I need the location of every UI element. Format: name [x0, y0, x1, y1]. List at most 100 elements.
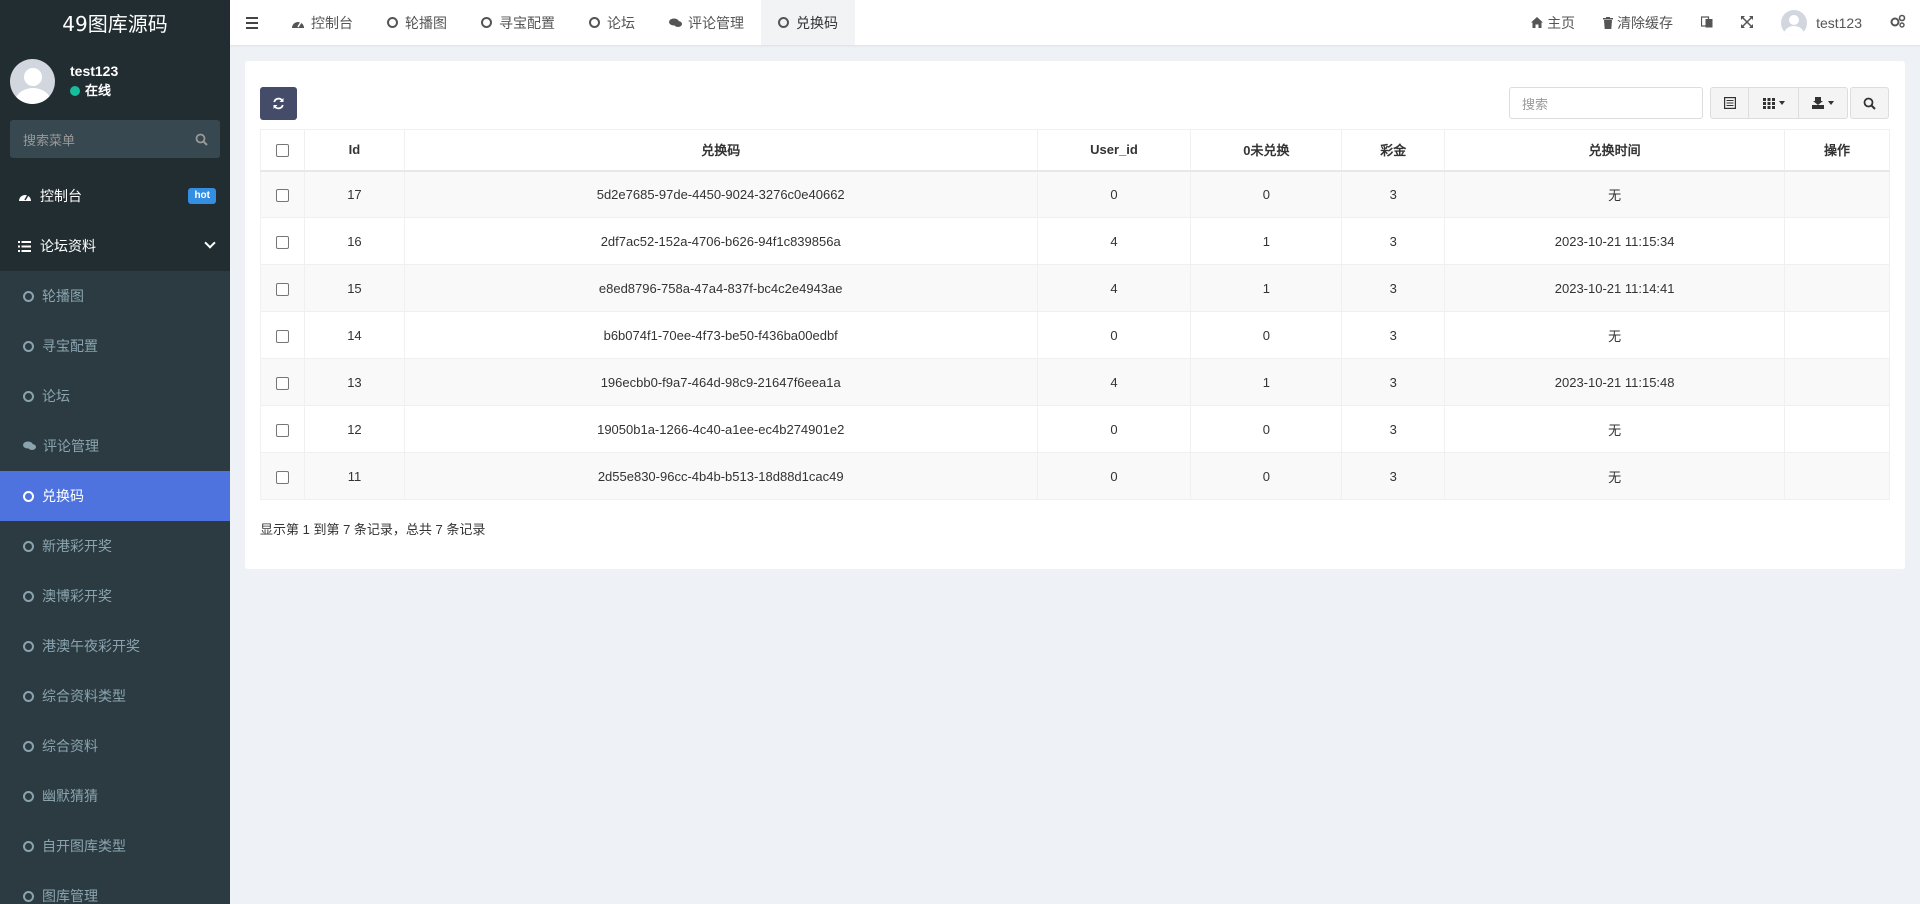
sidebar-item-dashboard[interactable]: 控制台 hot [0, 171, 230, 221]
row-checkbox[interactable] [275, 329, 289, 343]
sidebar-search-input[interactable]: 搜索菜单 [10, 120, 220, 158]
cell-user-id: 4 [1036, 264, 1192, 312]
row-select-cell [260, 264, 305, 312]
row-checkbox[interactable] [275, 423, 289, 437]
home-link[interactable]: 主页 [1517, 0, 1589, 45]
row-checkbox[interactable] [275, 235, 289, 249]
settings-button[interactable] [1876, 0, 1920, 45]
cell-code: e8ed8796-758a-47a4-837f-bc4c2e4943ae [403, 264, 1038, 312]
sidebar-item-comments[interactable]: 评论管理 [0, 421, 230, 471]
cell-user-id: 0 [1036, 452, 1192, 500]
row-checkbox[interactable] [275, 376, 289, 390]
circle-icon [23, 740, 34, 752]
dashboard-icon [291, 17, 305, 29]
sidebar-item-humor-guess[interactable]: 幽默猜猜 [0, 771, 230, 821]
row-select-cell [260, 358, 305, 406]
dashboard-icon [18, 190, 34, 202]
column-header[interactable]: 彩金 [1341, 129, 1446, 172]
clear-cache-button[interactable]: 清除缓存 [1589, 0, 1687, 45]
circle-icon [23, 790, 34, 802]
cell-operate [1784, 452, 1890, 500]
row-select-cell [260, 170, 305, 218]
cell-code: 2df7ac52-152a-4706-b626-94f1c839856a [403, 217, 1038, 265]
fullscreen-button[interactable] [1727, 0, 1767, 45]
sidebar-item-forum[interactable]: 论坛 [0, 371, 230, 421]
caret-down-icon [1828, 101, 1834, 105]
column-header[interactable]: User_id [1036, 129, 1192, 172]
sidebar-item-aobo-lottery[interactable]: 澳博彩开奖 [0, 571, 230, 621]
tab-carousel[interactable]: 轮播图 [370, 0, 464, 45]
top-navbar: 控制台 轮播图 寻宝配置 论坛 评论管理 兑换码 主页 清除缓存 test123 [230, 0, 1920, 45]
column-header[interactable]: Id [303, 129, 405, 172]
app-logo[interactable]: 49图库源码 [0, 0, 230, 45]
sidebar-item-carousel[interactable]: 轮播图 [0, 271, 230, 321]
cell-operate [1784, 311, 1890, 359]
tab-label: 论坛 [607, 14, 635, 31]
toggle-view-button[interactable] [1710, 87, 1749, 119]
sidebar-item-midnight-lottery[interactable]: 港澳午夜彩开奖 [0, 621, 230, 671]
table-body: 17 5d2e7685-97de-4450-9024-3276c0e40662 … [260, 170, 1890, 500]
tab-redeem-code[interactable]: 兑换码 [761, 0, 855, 45]
refresh-button[interactable] [260, 87, 297, 120]
user-menu[interactable]: test123 [1767, 0, 1876, 45]
cell-status: 1 [1190, 358, 1343, 406]
right-nav: 主页 清除缓存 test123 [1517, 0, 1920, 45]
cell-time: 2023-10-21 11:14:41 [1444, 264, 1786, 312]
table-row: 12 19050b1a-1266-4c40-a1ee-ec4b274901e2 … [260, 405, 1890, 453]
language-button[interactable] [1687, 0, 1727, 45]
row-checkbox[interactable] [275, 188, 289, 202]
cell-operate [1784, 358, 1890, 406]
sidebar-item-label: 澳博彩开奖 [42, 588, 112, 604]
menu-toggle-icon[interactable] [230, 0, 274, 45]
sidebar-item-gallery-type[interactable]: 自开图库类型 [0, 821, 230, 871]
sidebar-item-label: 寻宝配置 [42, 338, 98, 354]
language-icon [1700, 15, 1713, 31]
grid-icon [1762, 97, 1775, 109]
cell-bonus: 3 [1341, 358, 1446, 406]
tab-dashboard[interactable]: 控制台 [274, 0, 370, 45]
cell-bonus: 3 [1341, 264, 1446, 312]
column-header[interactable]: 兑换时间 [1444, 129, 1786, 172]
pagination-info: 显示第 1 到第 7 条记录，总共 7 条记录 [260, 522, 486, 537]
tab-label: 控制台 [311, 14, 353, 31]
cell-status: 0 [1190, 311, 1343, 359]
sidebar-item-label: 图库管理 [42, 888, 98, 904]
cell-status: 1 [1190, 264, 1343, 312]
sidebar-group-forum[interactable]: 论坛资料 [0, 221, 230, 271]
circle-icon [23, 590, 34, 602]
comments-icon [23, 441, 36, 451]
tab-forum[interactable]: 论坛 [572, 0, 652, 45]
sidebar-item-redeem-code[interactable]: 兑换码 [0, 471, 230, 521]
column-header[interactable]: 0未兑换 [1190, 129, 1343, 172]
cell-status: 0 [1190, 452, 1343, 500]
sidebar-item-label: 评论管理 [43, 438, 99, 454]
comments-icon [669, 18, 682, 28]
sidebar-item-general-data[interactable]: 综合资料 [0, 721, 230, 771]
columns-button[interactable] [1748, 87, 1799, 119]
cell-time: 无 [1444, 405, 1786, 453]
column-header[interactable]: 兑换码 [403, 129, 1038, 172]
sidebar-item-xingang-lottery[interactable]: 新港彩开奖 [0, 521, 230, 571]
table-row: 11 2d55e830-96cc-4b4b-b513-18d88d1cac49 … [260, 452, 1890, 500]
select-all-checkbox[interactable] [275, 144, 289, 158]
chevron-down-icon [204, 237, 216, 249]
avatar [1781, 9, 1808, 36]
cell-time: 无 [1444, 311, 1786, 359]
cell-code: b6b074f1-70ee-4f73-be50-f436ba00edbf [403, 311, 1038, 359]
list-icon [18, 240, 34, 252]
tab-treasure-config[interactable]: 寻宝配置 [464, 0, 572, 45]
row-checkbox[interactable] [275, 470, 289, 484]
sidebar-item-gallery-manage[interactable]: 图库管理 [0, 871, 230, 904]
sidebar-item-label: 综合资料 [42, 738, 98, 754]
search-icon[interactable] [195, 133, 208, 146]
row-checkbox[interactable] [275, 282, 289, 296]
table-search-input[interactable]: 搜索 [1509, 87, 1703, 119]
sidebar-item-general-type[interactable]: 综合资料类型 [0, 671, 230, 721]
sidebar-item-treasure-config[interactable]: 寻宝配置 [0, 321, 230, 371]
circle-icon [23, 290, 34, 302]
online-dot-icon [70, 86, 80, 96]
advanced-search-button[interactable] [1850, 87, 1889, 119]
column-header: 操作 [1784, 129, 1890, 172]
tab-comments[interactable]: 评论管理 [652, 0, 761, 45]
export-button[interactable] [1798, 87, 1848, 119]
